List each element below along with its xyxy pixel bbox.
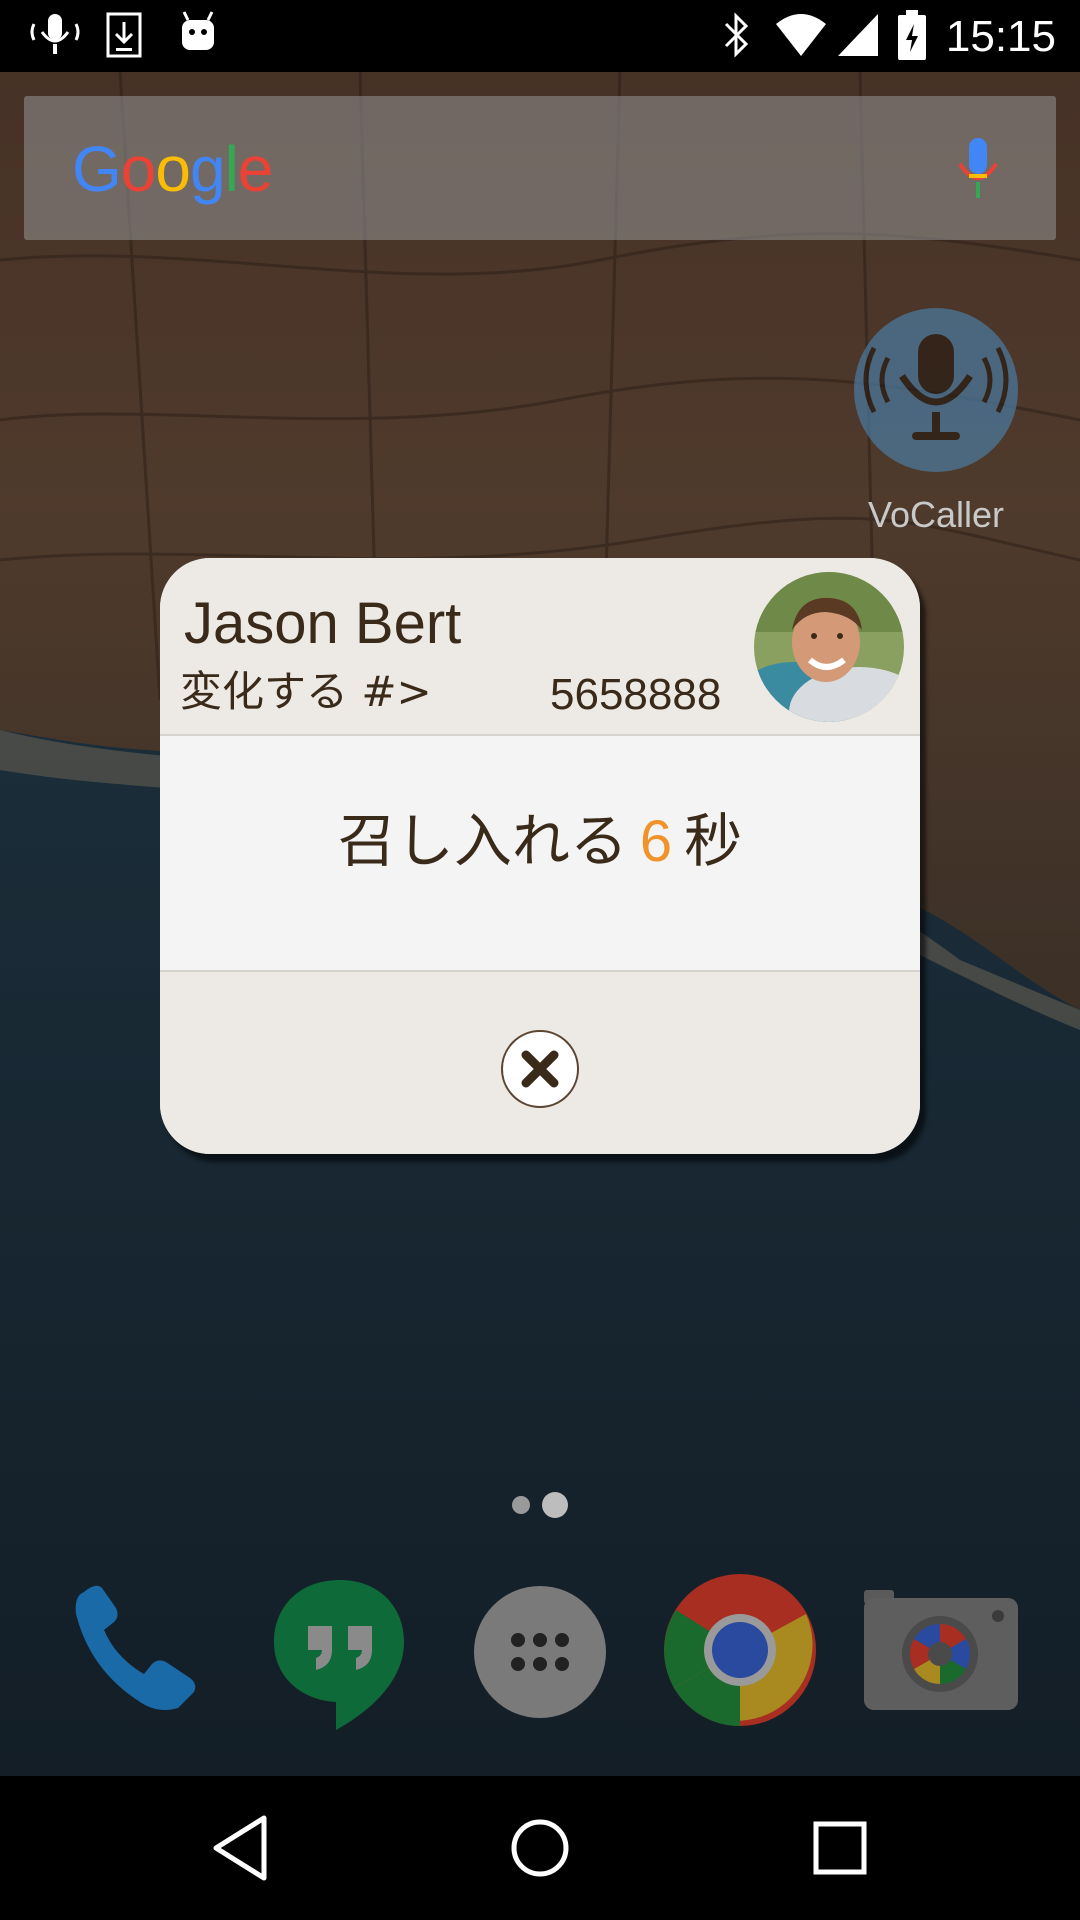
incoming-call-dialog: Jason Bert 変化する #> 5658888 召し入れる 6 秒 (160, 558, 920, 1154)
dialog-footer (160, 972, 920, 1154)
recents-icon[interactable] (802, 1810, 878, 1886)
countdown-text: 召し入れる 6 秒 (160, 794, 920, 878)
voice-input-icon (30, 14, 80, 54)
page-dot-active (542, 1492, 568, 1518)
vocaller-app-shortcut[interactable]: VoCaller (852, 308, 1020, 536)
signal-icon (838, 14, 878, 56)
contact-name: Jason Bert (184, 591, 462, 656)
app-drawer-icon (474, 1586, 606, 1718)
contact-number: 5658888 (550, 670, 722, 719)
close-button[interactable] (501, 1030, 579, 1108)
google-logo: Google (72, 133, 273, 205)
countdown-value: 6 (639, 809, 673, 874)
contact-subtitle: 変化する #> (180, 667, 432, 716)
battery-icon (898, 10, 926, 60)
dock-app-drawer[interactable] (460, 1570, 620, 1730)
contact-photo (754, 572, 904, 722)
countdown-prefix: 召し入れる (337, 807, 628, 875)
status-clock: 15:15 (945, 12, 1056, 61)
dialog-header: Jason Bert 変化する #> 5658888 (160, 558, 920, 736)
android-icon (182, 11, 214, 50)
google-search-bar[interactable]: Google (24, 96, 1056, 240)
dialog-body: 召し入れる 6 秒 (160, 736, 920, 972)
camera-icon (864, 1590, 1018, 1710)
countdown-suffix: 秒 (684, 807, 743, 875)
download-icon (106, 12, 142, 58)
navigation-bar (0, 1776, 1080, 1920)
vocaller-mic-icon (854, 308, 1018, 472)
dock-hangouts[interactable] (260, 1570, 420, 1730)
page-dot (512, 1496, 530, 1514)
dock-phone[interactable] (54, 1570, 214, 1730)
vocaller-label: VoCaller (867, 494, 1005, 535)
mic-icon[interactable] (956, 136, 1000, 200)
dock-chrome[interactable] (660, 1570, 820, 1730)
home-icon[interactable] (502, 1810, 578, 1886)
phone-icon (75, 1585, 196, 1710)
status-bar: 15:15 (0, 0, 1080, 72)
hangouts-icon (274, 1580, 404, 1730)
wifi-icon (776, 14, 826, 56)
bluetooth-icon (724, 12, 749, 58)
back-icon[interactable] (204, 1810, 280, 1886)
chrome-icon (664, 1574, 816, 1727)
close-icon (521, 1050, 559, 1088)
dock-camera[interactable] (860, 1570, 1020, 1730)
